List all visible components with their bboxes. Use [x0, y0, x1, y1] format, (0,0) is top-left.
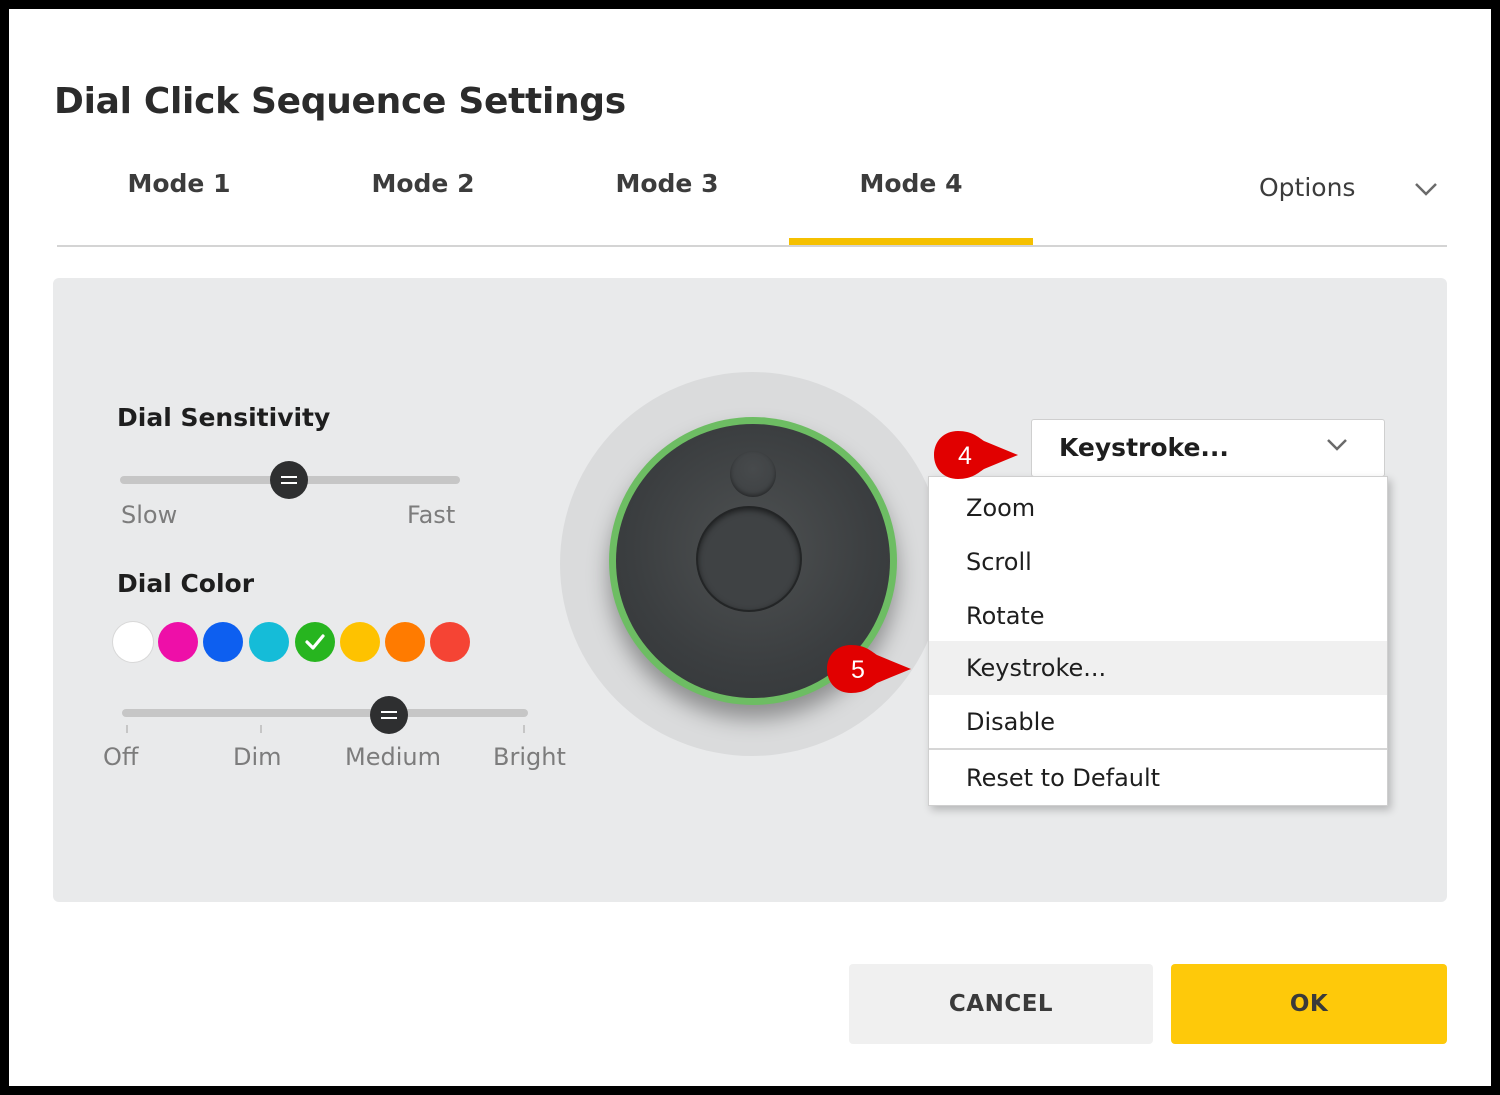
- brightness-tick-off: [126, 725, 128, 733]
- tab-mode-1[interactable]: Mode 1: [57, 159, 301, 245]
- color-swatch-green-selected[interactable]: [295, 622, 335, 662]
- menu-item-rotate[interactable]: Rotate: [929, 589, 1387, 643]
- sensitivity-label: Dial Sensitivity: [117, 403, 331, 432]
- color-swatch-magenta[interactable]: [158, 622, 198, 662]
- menu-item-label: Reset to Default: [966, 764, 1161, 792]
- mode-tabs: Mode 1 Mode 2 Mode 3 Mode 4 Options: [57, 159, 1447, 247]
- sensitivity-max-label: Fast: [407, 501, 456, 529]
- color-swatch-orange[interactable]: [385, 622, 425, 662]
- cancel-button[interactable]: CANCEL: [849, 964, 1153, 1044]
- chevron-down-icon: [1415, 183, 1437, 196]
- brightness-label-bright: Bright: [493, 743, 566, 771]
- dial-dimple: [730, 451, 776, 497]
- color-swatch-red[interactable]: [430, 622, 470, 662]
- brightness-slider[interactable]: [122, 709, 528, 717]
- brightness-tick-dim: [260, 725, 262, 733]
- brightness-label-dim: Dim: [233, 743, 282, 771]
- dial-settings-dialog: Dial Click Sequence Settings Mode 1 Mode…: [9, 9, 1491, 1086]
- brightness-tick-bright: [523, 725, 525, 733]
- menu-item-scroll[interactable]: Scroll: [929, 535, 1387, 589]
- dial-center-button[interactable]: [698, 508, 800, 610]
- menu-item-reset-to-default[interactable]: Reset to Default: [929, 751, 1387, 805]
- color-swatch-blue[interactable]: [203, 622, 243, 662]
- dial-action-menu: Zoom Scroll Rotate Keystroke... Disable …: [928, 476, 1388, 806]
- tab-mode-2[interactable]: Mode 2: [301, 159, 545, 245]
- brightness-slider-handle[interactable]: [370, 696, 408, 734]
- tab-mode-4[interactable]: Mode 4: [789, 159, 1033, 245]
- menu-item-disable[interactable]: Disable: [929, 695, 1387, 749]
- brightness-label-off: Off: [103, 743, 139, 771]
- menu-item-label: Scroll: [966, 548, 1032, 576]
- dial-action-value: Keystroke...: [1059, 433, 1229, 462]
- sensitivity-slider-handle[interactable]: [270, 461, 308, 499]
- tab-mode-3[interactable]: Mode 3: [545, 159, 789, 245]
- menu-item-label: Keystroke...: [966, 654, 1107, 682]
- dial-color-label: Dial Color: [117, 569, 255, 598]
- menu-divider: [929, 748, 1387, 750]
- menu-item-label: Rotate: [966, 602, 1045, 630]
- callout-step-5-number: 5: [851, 656, 865, 684]
- color-swatch-cyan[interactable]: [249, 622, 289, 662]
- ok-button[interactable]: OK: [1171, 964, 1447, 1044]
- sensitivity-min-label: Slow: [121, 501, 178, 529]
- dial-action-select[interactable]: Keystroke...: [1031, 419, 1385, 477]
- callout-step-4-number: 4: [958, 442, 972, 470]
- color-swatch-white[interactable]: [113, 622, 153, 662]
- menu-item-zoom[interactable]: Zoom: [929, 481, 1387, 535]
- checkmark-icon: [305, 634, 325, 650]
- color-swatch-yellow[interactable]: [340, 622, 380, 662]
- brightness-label-medium: Medium: [345, 743, 441, 771]
- menu-item-label: Disable: [966, 708, 1056, 736]
- options-label: Options: [1259, 173, 1356, 202]
- chevron-down-icon: [1327, 439, 1347, 451]
- options-dropdown[interactable]: Options: [1247, 159, 1447, 245]
- dialog-title: Dial Click Sequence Settings: [54, 81, 626, 122]
- menu-item-label: Zoom: [966, 494, 1036, 522]
- menu-item-keystroke[interactable]: Keystroke...: [929, 641, 1387, 695]
